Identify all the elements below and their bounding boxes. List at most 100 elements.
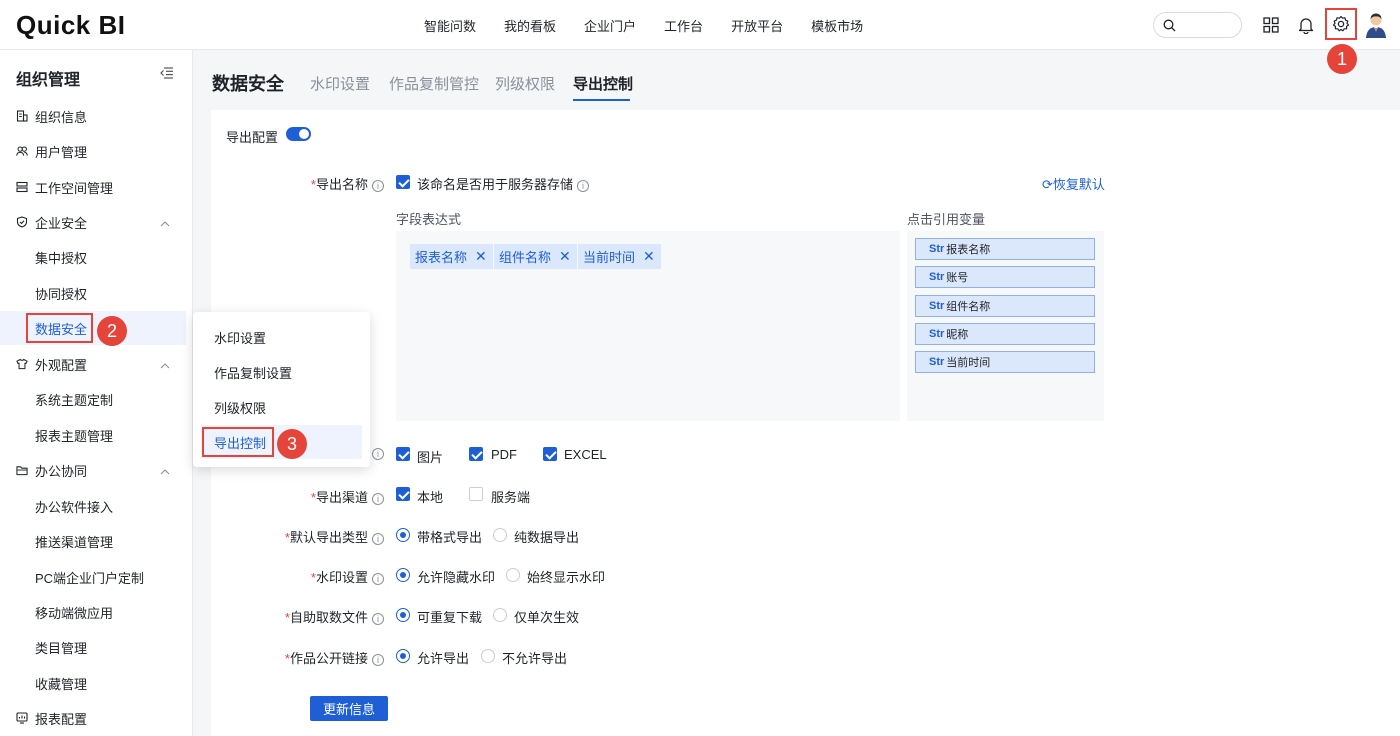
- variables-title: 点击引用变量: [907, 212, 986, 227]
- tab-copy-control[interactable]: 作品复制管控: [389, 73, 479, 94]
- sidebar-item-central-auth[interactable]: 集中授权: [0, 240, 193, 274]
- expression-chip[interactable]: 组件名称 ✕: [494, 244, 577, 269]
- sidebar-item-push-channel[interactable]: 推送渠道管理: [0, 524, 193, 558]
- page-title: 数据安全: [212, 74, 284, 94]
- sidebar-item-office-collab[interactable]: 办公协同: [0, 453, 193, 487]
- format-image-checkbox[interactable]: [396, 447, 410, 461]
- nav-item-smart-query[interactable]: 智能问数: [410, 16, 490, 35]
- self-fetch-label: *自助取数文件 i: [270, 607, 384, 626]
- variable-item[interactable]: Str 账号: [915, 266, 1095, 288]
- info-icon: i: [372, 493, 384, 505]
- close-icon[interactable]: ✕: [559, 248, 571, 265]
- info-icon: i: [372, 654, 384, 666]
- sidebar-item-label: 类目管理: [35, 640, 88, 656]
- variable-item[interactable]: Str 组件名称: [915, 295, 1095, 317]
- nav-item-workbench[interactable]: 工作台: [650, 16, 717, 35]
- default-export-type-label: *默认导出类型 i: [270, 527, 384, 546]
- sidebar-item-user-management[interactable]: 用户管理: [0, 134, 193, 168]
- refresh-icon: ⟳: [1042, 177, 1053, 192]
- sidebar-item-favorites[interactable]: 收藏管理: [0, 666, 193, 700]
- sidebar-item-org-info[interactable]: 组织信息: [0, 99, 193, 133]
- apps-grid-icon[interactable]: [1259, 13, 1283, 37]
- sidebar-item-label: 收藏管理: [35, 676, 88, 692]
- format-excel-checkbox[interactable]: [543, 447, 557, 461]
- sidebar-item-label: 外观配置: [35, 357, 88, 373]
- self-fetch-repeat-radio[interactable]: [396, 608, 410, 622]
- sidebar-item-mobile-app[interactable]: 移动端微应用: [0, 595, 193, 629]
- submenu-item-copy-settings[interactable]: 作品复制设置: [193, 355, 370, 389]
- nav-item-enterprise-portal[interactable]: 企业门户: [570, 16, 650, 35]
- gear-icon: [1332, 15, 1350, 32]
- watermark-always-show-radio[interactable]: [506, 568, 520, 582]
- top-bar: Quick BI 智能问数 我的看板 企业门户 工作台 开放平台 模板市场: [0, 0, 1400, 50]
- app-logo[interactable]: Quick BI: [16, 10, 125, 41]
- info-icon: i: [372, 180, 384, 192]
- variable-item[interactable]: Str 报表名称: [915, 238, 1095, 260]
- self-fetch-once-label: 仅单次生效: [514, 610, 580, 625]
- sidebar-item-report-config[interactable]: 报表配置: [0, 701, 193, 735]
- shield-icon: [16, 216, 28, 228]
- settings-button[interactable]: [1325, 8, 1357, 40]
- watermark-allow-hide-radio[interactable]: [396, 568, 410, 582]
- nav-item-my-dashboards[interactable]: 我的看板: [490, 16, 570, 35]
- sidebar-item-label: 企业安全: [35, 215, 88, 231]
- submenu-item-column-permission[interactable]: 列级权限: [193, 390, 370, 424]
- info-icon: i: [372, 613, 384, 625]
- public-link-deny-label: 不允许导出: [502, 651, 568, 666]
- highlight-box: [26, 313, 93, 343]
- highlight-box: [202, 427, 274, 457]
- expression-chip[interactable]: 报表名称 ✕: [410, 244, 493, 269]
- close-icon[interactable]: ✕: [643, 248, 655, 265]
- close-icon[interactable]: ✕: [475, 248, 487, 265]
- sidebar-item-pc-portal[interactable]: PC端企业门户定制: [0, 560, 193, 594]
- sidebar-item-workspace-management[interactable]: 工作空间管理: [0, 170, 193, 204]
- sidebar-item-report-theme[interactable]: 报表主题管理: [0, 418, 193, 452]
- public-link-allow-label: 允许导出: [417, 651, 470, 666]
- bell-icon[interactable]: [1294, 13, 1318, 37]
- public-link-label: *作品公开链接 i: [270, 648, 384, 667]
- channel-local-checkbox[interactable]: [396, 487, 410, 501]
- avatar[interactable]: [1365, 12, 1387, 38]
- export-type-formatted-radio[interactable]: [396, 528, 410, 542]
- export-type-data-radio[interactable]: [493, 528, 507, 542]
- tab-watermark[interactable]: 水印设置: [310, 73, 370, 94]
- sidebar-item-category[interactable]: 类目管理: [0, 630, 193, 664]
- server-storage-checkbox[interactable]: [396, 175, 410, 189]
- public-link-deny-radio[interactable]: [481, 649, 495, 663]
- export-channel-label: *导出渠道 i: [290, 487, 384, 506]
- restore-default-button[interactable]: ⟳恢复默认: [1042, 174, 1105, 193]
- format-pdf-checkbox[interactable]: [469, 447, 483, 461]
- self-fetch-once-radio[interactable]: [493, 608, 507, 622]
- format-image-label: 图片: [417, 450, 444, 465]
- variable-item[interactable]: Str 当前时间: [915, 351, 1095, 373]
- search-input[interactable]: [1153, 12, 1242, 38]
- public-link-allow-radio[interactable]: [396, 649, 410, 663]
- sidebar-item-office-software[interactable]: 办公软件接入: [0, 489, 193, 523]
- info-icon: i: [577, 180, 590, 192]
- sidebar-item-label: 办公软件接入: [35, 499, 114, 515]
- collapse-menu-icon[interactable]: [160, 67, 174, 82]
- sidebar-item-label: 报表配置: [35, 711, 88, 727]
- sidebar-item-label: 报表主题管理: [35, 428, 114, 444]
- sidebar-title: 组织管理: [16, 72, 81, 89]
- nav-item-open-platform[interactable]: 开放平台: [717, 16, 797, 35]
- sidebar-item-enterprise-security[interactable]: 企业安全: [0, 205, 193, 239]
- database-icon: [16, 181, 28, 193]
- info-icon: i: [372, 533, 384, 545]
- sidebar-item-system-theme[interactable]: 系统主题定制: [0, 382, 193, 416]
- tab-export-control[interactable]: 导出控制: [573, 73, 633, 94]
- variable-item[interactable]: Str 昵称: [915, 323, 1095, 345]
- sidebar-item-collab-auth[interactable]: 协同授权: [0, 276, 193, 310]
- update-info-button[interactable]: 更新信息: [310, 696, 388, 721]
- sidebar-item-label: 组织信息: [35, 109, 88, 125]
- export-config-toggle[interactable]: [286, 127, 311, 141]
- expression-chip[interactable]: 当前时间 ✕: [578, 244, 661, 269]
- tab-column-permission[interactable]: 列级权限: [495, 73, 555, 94]
- format-excel-label: EXCEL: [564, 447, 607, 462]
- submenu-item-watermark[interactable]: 水印设置: [193, 320, 370, 354]
- format-pdf-label: PDF: [491, 447, 517, 462]
- channel-server-checkbox[interactable]: [469, 487, 483, 501]
- nav-item-template-market[interactable]: 模板市场: [797, 16, 877, 35]
- sidebar-item-appearance[interactable]: 外观配置: [0, 347, 193, 381]
- step-badge-3: 3: [277, 429, 307, 459]
